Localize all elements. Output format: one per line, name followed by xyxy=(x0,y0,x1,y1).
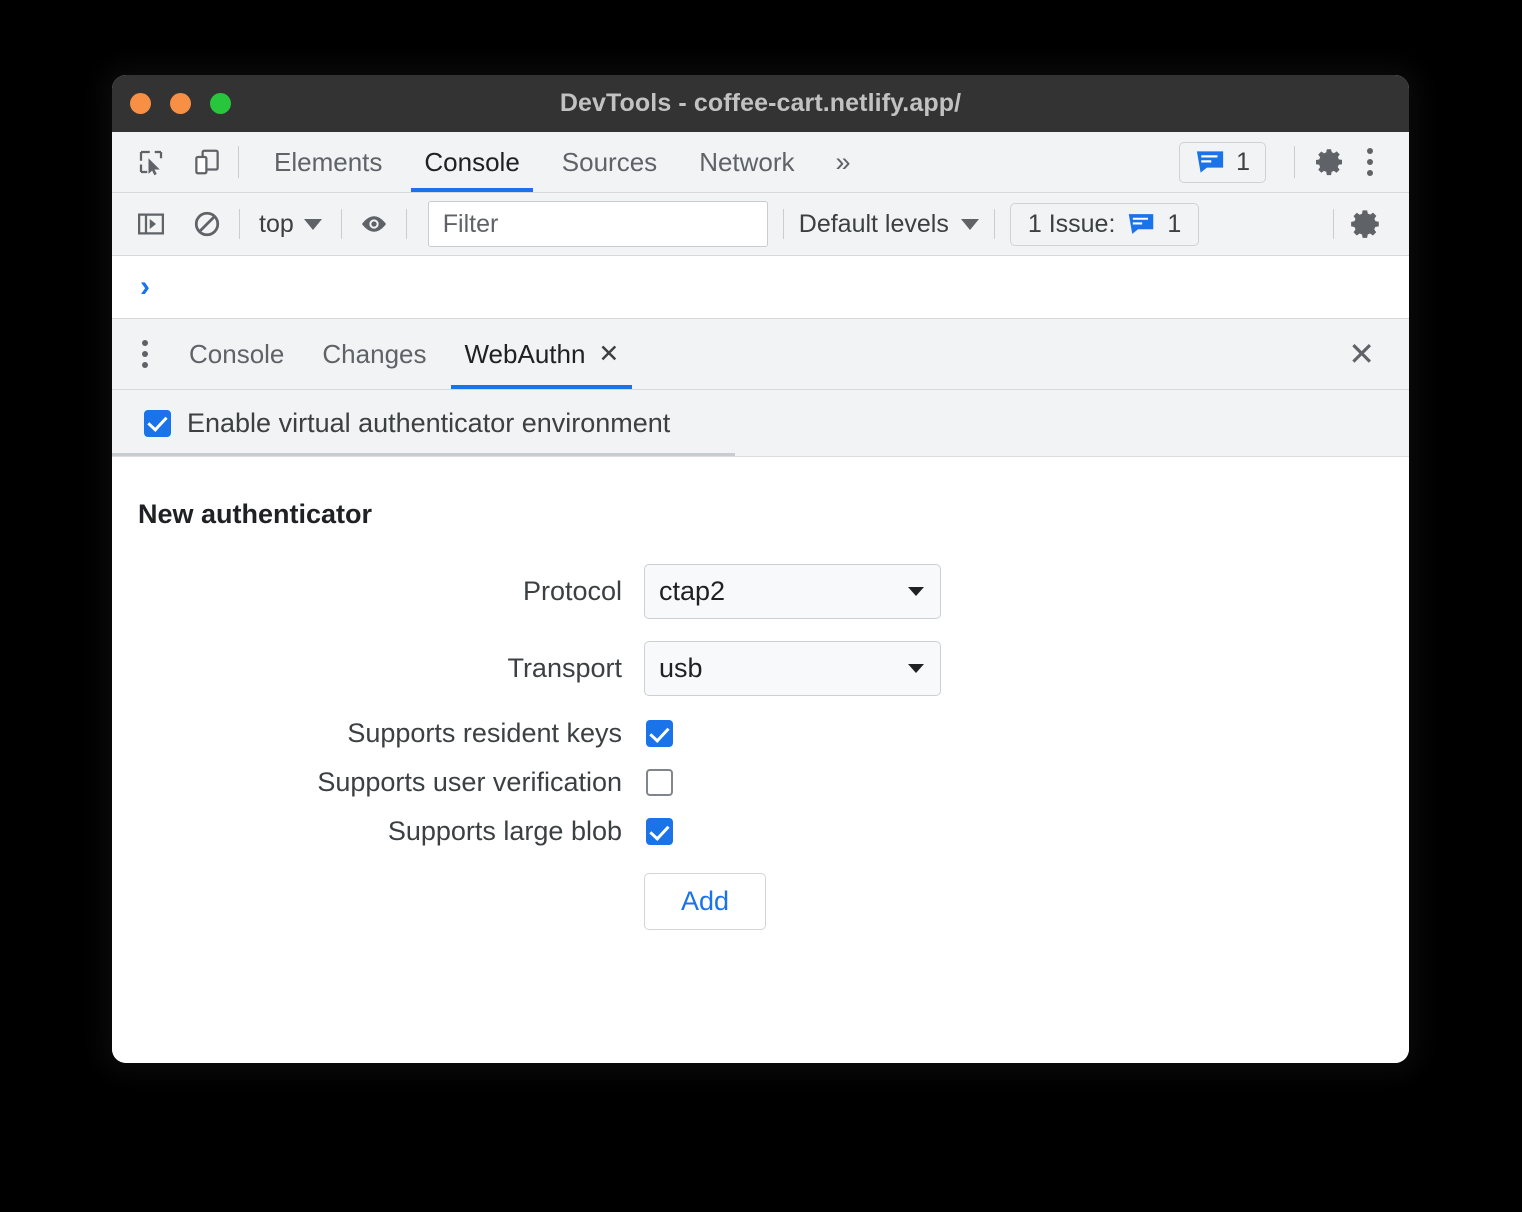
traffic-lights xyxy=(130,75,231,132)
drawer-tab-changes[interactable]: Changes xyxy=(303,319,445,389)
log-levels-label: Default levels xyxy=(798,209,949,238)
issues-badge[interactable]: 1 xyxy=(1179,141,1266,183)
console-sidebar-icon[interactable] xyxy=(134,207,168,241)
chevron-down-icon xyxy=(908,587,924,596)
execution-context-selector[interactable]: top xyxy=(255,210,326,239)
add-button[interactable]: Add xyxy=(644,873,766,930)
user-verification-checkbox[interactable] xyxy=(646,769,673,796)
protocol-label: Protocol xyxy=(522,576,622,606)
console-toolbar-divider-6 xyxy=(1333,209,1334,239)
transport-value: usb xyxy=(659,653,703,683)
more-tabs-icon[interactable]: » xyxy=(816,132,871,192)
issues-counter-label: 1 Issue: xyxy=(1027,209,1116,238)
execution-context-label: top xyxy=(259,209,294,238)
drawer-tab-console-label: Console xyxy=(189,338,285,369)
close-drawer-icon[interactable]: ✕ xyxy=(1348,319,1409,389)
tabbar-right-divider xyxy=(1294,146,1295,178)
kebab-menu-icon[interactable] xyxy=(1351,148,1389,176)
console-prompt-row[interactable]: › xyxy=(112,256,1409,319)
filter-placeholder: Filter xyxy=(442,209,499,238)
device-toolbar-icon[interactable] xyxy=(190,145,224,179)
issues-counter-chip[interactable]: 1 Issue: 1 xyxy=(1009,202,1200,246)
drawer-tab-webauthn-label: WebAuthn xyxy=(464,338,586,369)
protocol-value: ctap2 xyxy=(659,576,726,606)
tab-network[interactable]: Network xyxy=(678,132,815,192)
enable-virtual-authenticator-label: Enable virtual authenticator environment xyxy=(187,407,671,438)
tabbar-right-actions: 1 xyxy=(1179,132,1409,192)
console-toolbar: top Filter Default levels 1 Issue: 1 xyxy=(112,193,1409,256)
filter-input[interactable]: Filter xyxy=(427,201,768,247)
console-settings-button[interactable] xyxy=(1318,207,1409,241)
resident-keys-checkbox[interactable] xyxy=(646,720,673,747)
drawer-tab-webauthn[interactable]: WebAuthn ✕ xyxy=(445,319,638,389)
issue-message-icon xyxy=(1129,214,1154,234)
log-levels-selector[interactable]: Default levels xyxy=(799,210,979,239)
transport-row: Transport usb xyxy=(112,641,1409,696)
tab-network-label: Network xyxy=(699,146,795,177)
panel-tabs: Elements Console Sources Network » xyxy=(253,132,871,192)
minimize-window-button[interactable] xyxy=(170,93,191,114)
drawer-tabbar: Console Changes WebAuthn ✕ ✕ xyxy=(112,319,1409,390)
webauthn-panel: Enable virtual authenticator environment… xyxy=(112,390,1409,1063)
console-toolbar-divider-4 xyxy=(782,209,784,239)
devtools-tabbar: Elements Console Sources Network » 1 xyxy=(112,132,1409,193)
new-authenticator-form: New authenticator Protocol ctap2 Transpo… xyxy=(112,457,1409,930)
add-authenticator-row: Add xyxy=(112,873,1409,930)
console-toolbar-divider-2 xyxy=(340,209,342,239)
tab-sources-label: Sources xyxy=(561,146,658,177)
maximize-window-button[interactable] xyxy=(210,93,231,114)
eye-icon[interactable] xyxy=(357,207,391,241)
enable-virtual-authenticator-row[interactable]: Enable virtual authenticator environment xyxy=(112,390,1409,456)
tabbar-left-icons xyxy=(112,132,224,192)
chevron-down-icon xyxy=(960,218,979,230)
gear-icon[interactable] xyxy=(1313,145,1347,179)
tab-console-label: Console xyxy=(424,146,520,177)
transport-label: Transport xyxy=(507,653,622,683)
gear-icon xyxy=(1351,210,1379,238)
chevron-down-icon xyxy=(908,664,924,673)
section-title: New authenticator xyxy=(138,499,373,529)
tab-sources[interactable]: Sources xyxy=(541,132,678,192)
user-verification-row: Supports user verification xyxy=(112,767,1409,798)
tabbar-divider xyxy=(238,146,239,178)
issues-counter-count: 1 xyxy=(1167,209,1182,238)
large-blob-checkbox[interactable] xyxy=(646,818,673,845)
protocol-select[interactable]: ctap2 xyxy=(644,564,941,619)
inspect-element-icon[interactable] xyxy=(134,145,168,179)
drawer-tab-console[interactable]: Console xyxy=(170,319,303,389)
chevron-down-icon xyxy=(303,218,322,230)
title-bar: DevTools - coffee-cart.netlify.app/ xyxy=(112,75,1409,132)
tab-elements[interactable]: Elements xyxy=(253,132,403,192)
close-tab-icon[interactable]: ✕ xyxy=(598,341,619,367)
console-toolbar-divider-3 xyxy=(405,209,407,239)
issue-message-icon xyxy=(1196,151,1224,173)
clear-console-icon[interactable] xyxy=(190,207,224,241)
resident-keys-label: Supports resident keys xyxy=(347,718,622,748)
drawer-tab-changes-label: Changes xyxy=(322,338,427,369)
enable-virtual-authenticator-checkbox[interactable] xyxy=(144,409,171,437)
large-blob-label: Supports large blob xyxy=(387,816,622,846)
close-window-button[interactable] xyxy=(130,93,151,114)
resident-keys-row: Supports resident keys xyxy=(112,718,1409,749)
kebab-menu-icon[interactable] xyxy=(112,319,170,389)
devtools-window: DevTools - coffee-cart.netlify.app/ Elem… xyxy=(112,75,1409,1063)
large-blob-row: Supports large blob xyxy=(112,816,1409,847)
console-toolbar-divider-1 xyxy=(239,209,240,239)
issues-count: 1 xyxy=(1236,147,1250,176)
prompt-chevron-icon: › xyxy=(140,270,150,303)
user-verification-label: Supports user verification xyxy=(317,767,622,797)
tab-elements-label: Elements xyxy=(274,146,383,177)
protocol-row: Protocol ctap2 xyxy=(112,564,1409,619)
tab-console[interactable]: Console xyxy=(403,132,540,192)
console-toolbar-divider-5 xyxy=(993,209,995,239)
window-title: DevTools - coffee-cart.netlify.app/ xyxy=(559,89,962,117)
transport-select[interactable]: usb xyxy=(644,641,941,696)
